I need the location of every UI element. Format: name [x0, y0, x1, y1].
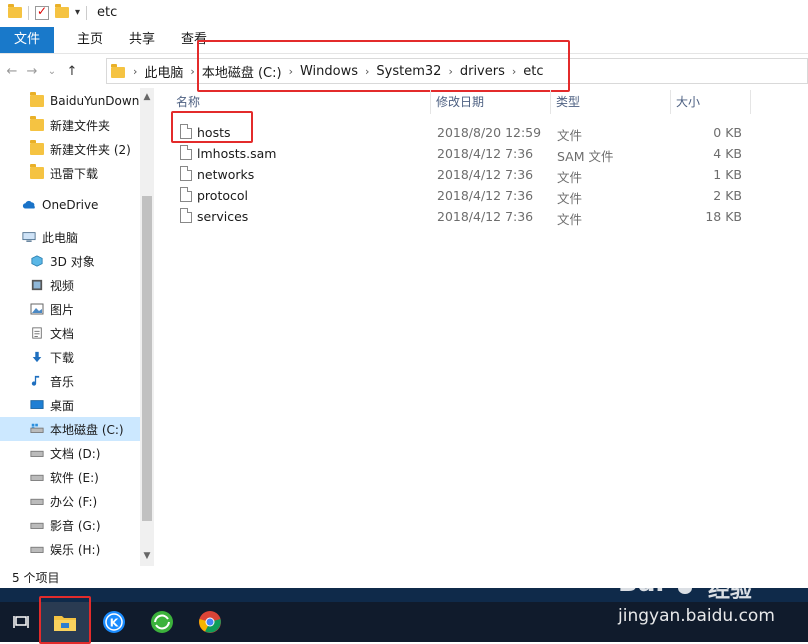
sidebar-item-xunlei-downloads[interactable]: 迅雷下载	[30, 161, 140, 185]
table-row[interactable]: services 2018/4/12 7:36 文件 18 KB	[176, 206, 766, 227]
tab-home[interactable]: 主页	[64, 27, 116, 53]
folder-icon[interactable]	[8, 4, 22, 18]
desktop-icon	[30, 400, 44, 409]
drive-icon	[30, 474, 44, 481]
breadcrumb-this-pc[interactable]: 此电脑	[144, 62, 183, 81]
sidebar-item-new-folder[interactable]: 新建文件夹	[30, 113, 140, 137]
drive-icon	[30, 498, 44, 505]
360-browser-icon	[151, 611, 173, 633]
watermark-brand: Bai	[618, 568, 665, 598]
paw-icon	[676, 573, 694, 594]
drive-icon	[30, 423, 44, 433]
file-icon	[180, 166, 192, 181]
folder-icon	[30, 140, 44, 155]
divider	[430, 90, 431, 114]
up-button[interactable]: ↑	[64, 64, 80, 79]
document-icon	[32, 327, 42, 339]
taskbar-chrome[interactable]	[188, 602, 232, 642]
sidebar-item-local-disk-c[interactable]: 本地磁盘 (C:)	[0, 417, 140, 441]
taskbar-kugou[interactable]: K	[92, 602, 136, 642]
sidebar-item-drive-e[interactable]: 软件 (E:)	[30, 465, 140, 489]
recent-locations-button[interactable]: ⌄	[44, 66, 60, 77]
sidebar-item-onedrive[interactable]: OneDrive	[22, 193, 140, 217]
table-row[interactable]: hosts 2018/8/20 12:59 文件 0 KB	[176, 122, 766, 143]
file-list: 名称 修改日期 类型 大小 hosts 2018/8/20 12:59 文件 0…	[160, 88, 808, 566]
customize-dropdown-icon[interactable]: ▾	[75, 7, 80, 18]
sidebar-item-videos[interactable]: 视频	[30, 273, 140, 297]
kugou-icon: K	[103, 611, 125, 633]
task-view-icon	[13, 616, 29, 628]
sidebar-item-this-pc[interactable]: 此电脑	[22, 225, 140, 249]
file-icon	[180, 208, 192, 223]
column-header-type[interactable]: 类型	[556, 88, 580, 114]
sidebar-item-new-folder-2[interactable]: 新建文件夹 (2)	[30, 137, 140, 161]
file-icon	[180, 145, 192, 160]
tab-file[interactable]: 文件	[0, 27, 54, 53]
drive-icon	[30, 522, 44, 529]
task-view-button[interactable]	[0, 602, 44, 642]
item-count: 5 个项目	[12, 570, 60, 585]
folder-icon	[30, 164, 44, 179]
chevron-right-icon[interactable]: ›	[133, 65, 137, 78]
folder-icon	[111, 64, 125, 78]
column-header-date[interactable]: 修改日期	[436, 88, 484, 114]
cube-icon	[31, 255, 43, 267]
scroll-down-icon[interactable]: ▼	[140, 551, 154, 561]
video-icon	[31, 279, 43, 291]
chrome-icon	[199, 611, 221, 633]
svg-text:K: K	[110, 617, 119, 630]
baidu-jingyan-watermark: Bai 经验 jingyan.baidu.com	[612, 566, 808, 642]
hosts-highlight-box	[171, 111, 253, 143]
scrollbar-thumb[interactable]	[142, 196, 152, 521]
cloud-icon	[22, 200, 35, 209]
computer-icon	[22, 232, 36, 242]
back-button[interactable]: ←	[4, 64, 20, 79]
divider	[28, 5, 29, 20]
taskbar-highlight-box	[39, 596, 91, 644]
column-header-size[interactable]: 大小	[676, 88, 700, 114]
table-row[interactable]: protocol 2018/4/12 7:36 文件 2 KB	[176, 185, 766, 206]
sidebar-item-drive-d[interactable]: 文档 (D:)	[30, 441, 140, 465]
scroll-up-icon[interactable]: ▲	[140, 92, 154, 102]
sidebar-item-drive-f[interactable]: 办公 (F:)	[30, 489, 140, 513]
watermark-brand-suffix: 经验	[708, 578, 753, 603]
sidebar-item-drive-h[interactable]: 娱乐 (H:)	[30, 537, 140, 561]
folder-icon	[30, 116, 44, 131]
divider	[670, 90, 671, 114]
watermark-url: jingyan.baidu.com	[618, 606, 775, 626]
sidebar-item-baiduyundown[interactable]: BaiduYunDown	[30, 89, 140, 113]
properties-icon[interactable]	[35, 4, 49, 20]
table-row[interactable]: networks 2018/4/12 7:36 文件 1 KB	[176, 164, 766, 185]
tab-share[interactable]: 共享	[116, 27, 168, 53]
title-bar: ▾ etc	[0, 0, 808, 25]
new-folder-icon[interactable]	[55, 4, 69, 18]
folder-icon	[30, 92, 44, 107]
window-title: etc	[97, 5, 118, 20]
picture-icon	[30, 303, 44, 315]
table-row[interactable]: lmhosts.sam 2018/4/12 7:36 SAM 文件 4 KB	[176, 143, 766, 164]
download-icon	[32, 351, 42, 363]
music-icon	[31, 375, 40, 386]
forward-button[interactable]: →	[24, 64, 40, 79]
divider	[550, 90, 551, 114]
drive-icon	[30, 546, 44, 553]
chevron-right-icon[interactable]: ›	[190, 65, 194, 78]
divider	[86, 5, 88, 20]
sidebar-item-desktop[interactable]: 桌面	[30, 393, 140, 417]
sidebar-item-pictures[interactable]: 图片	[30, 297, 140, 321]
taskbar-360-browser[interactable]	[140, 602, 184, 642]
quick-access-toolbar: ▾	[0, 4, 88, 20]
sidebar-item-3d-objects[interactable]: 3D 对象	[30, 249, 140, 273]
sidebar-item-music[interactable]: 音乐	[30, 369, 140, 393]
file-icon	[180, 187, 192, 202]
navigation-pane: BaiduYunDown 新建文件夹 新建文件夹 (2) 迅雷下载 OneDri…	[0, 88, 154, 566]
sidebar-item-downloads[interactable]: 下载	[30, 345, 140, 369]
drive-icon	[30, 450, 44, 457]
divider	[750, 90, 751, 114]
sidebar-item-documents[interactable]: 文档	[30, 321, 140, 345]
address-highlight-box	[197, 40, 570, 92]
sidebar-item-drive-g[interactable]: 影音 (G:)	[30, 513, 140, 537]
